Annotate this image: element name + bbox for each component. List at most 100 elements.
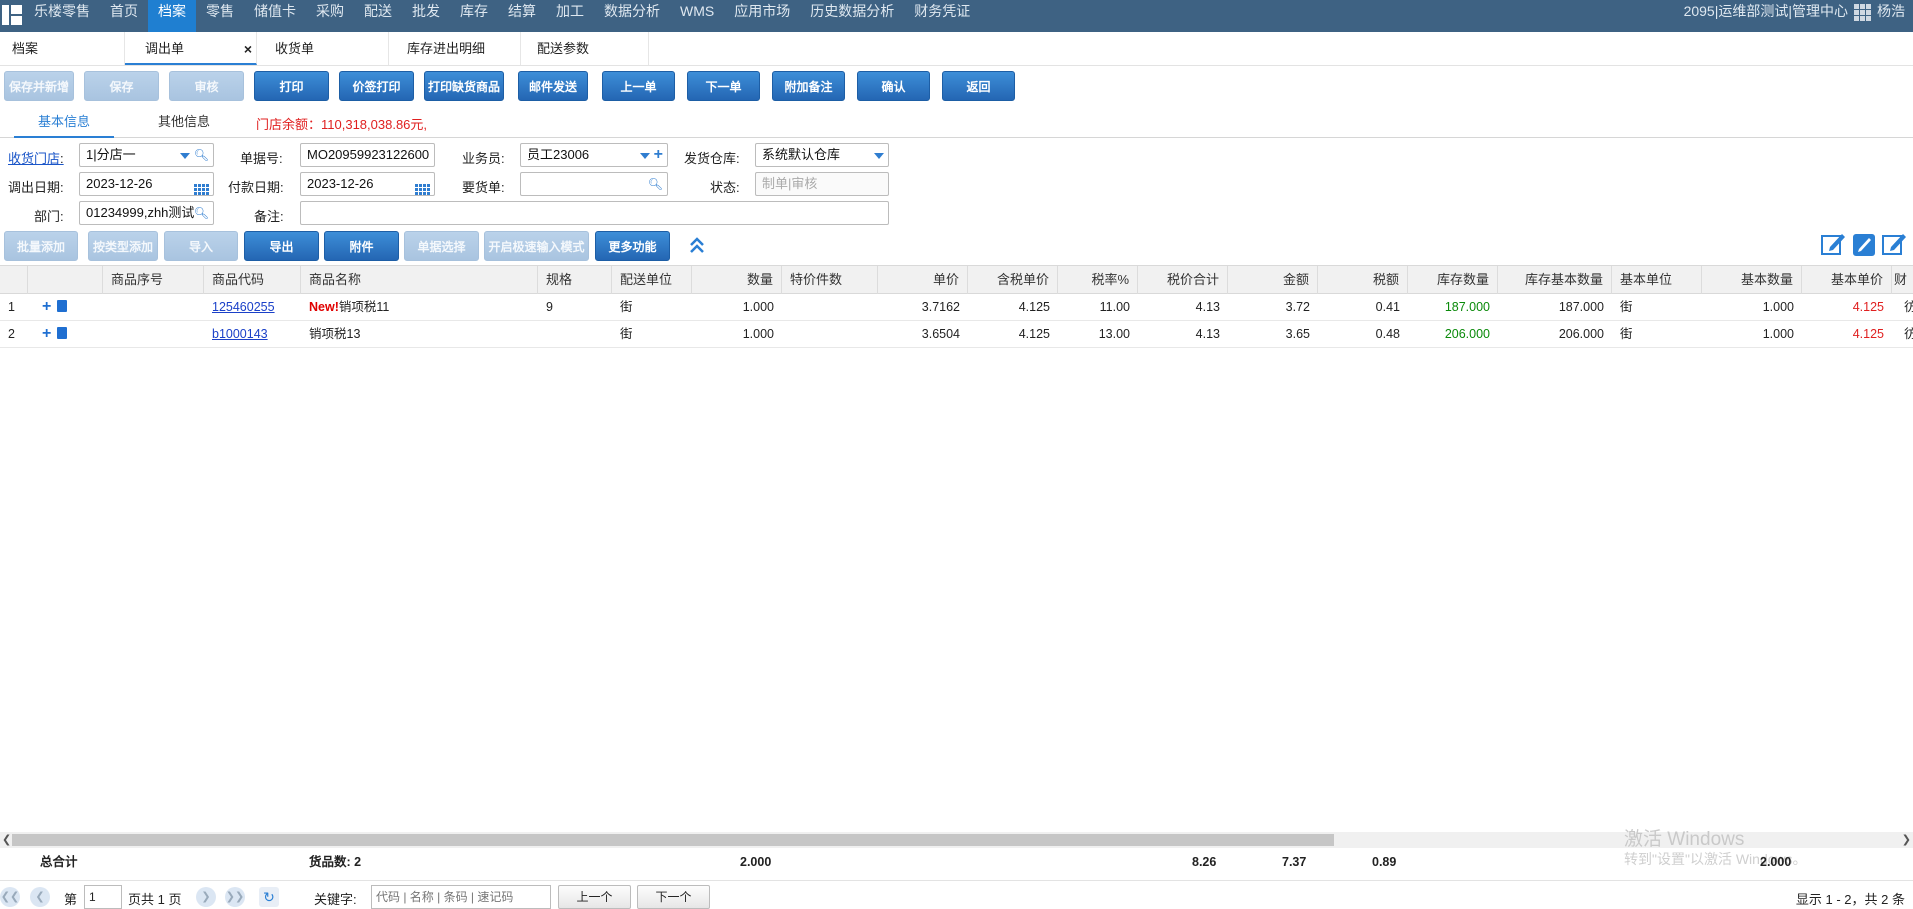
- audit-button[interactable]: 审核: [169, 71, 244, 101]
- print-button[interactable]: 打印: [254, 71, 329, 101]
- col-base-price[interactable]: 基本单价: [1802, 266, 1892, 294]
- col-stock[interactable]: 库存数量: [1408, 266, 1498, 294]
- add-row-icon[interactable]: +: [42, 325, 51, 342]
- trash-icon[interactable]: [57, 327, 68, 339]
- app-logo-icon[interactable]: [2, 5, 22, 25]
- tab-receipt[interactable]: 收货单: [257, 32, 389, 65]
- edit-icon[interactable]: [1820, 231, 1846, 257]
- recv-store-field[interactable]: 1|分店一 🔍︎: [79, 143, 214, 167]
- col-stock-base[interactable]: 库存基本数量: [1498, 266, 1612, 294]
- col-base-unit[interactable]: 基本单位: [1612, 266, 1702, 294]
- batch-add-button[interactable]: 批量添加: [4, 231, 78, 261]
- page-number-input[interactable]: 1: [84, 885, 122, 909]
- col-price[interactable]: 单价: [878, 266, 968, 294]
- add-row-icon[interactable]: +: [42, 298, 51, 315]
- last-page-icon[interactable]: ❯❯: [225, 887, 245, 907]
- back-button[interactable]: 返回: [942, 71, 1015, 101]
- first-page-icon[interactable]: ❮❮: [0, 887, 20, 907]
- warehouse-select[interactable]: 系统默认仓库: [755, 143, 889, 167]
- user-name[interactable]: 杨浩: [1877, 0, 1905, 22]
- print-shortage-button[interactable]: 打印缺货商品: [424, 71, 504, 101]
- scrollbar-thumb[interactable]: [12, 834, 1334, 846]
- nav-item-app-market[interactable]: 应用市场: [724, 0, 800, 32]
- col-spec[interactable]: 规格: [538, 266, 612, 294]
- trash-icon[interactable]: [57, 300, 68, 312]
- tab-transfer-out[interactable]: 调出单 ×: [125, 32, 257, 65]
- add-remark-button[interactable]: 附加备注: [772, 71, 845, 101]
- nav-item-retail[interactable]: 零售: [196, 0, 244, 32]
- apps-grid-icon[interactable]: [1854, 4, 1871, 21]
- export-button[interactable]: 导出: [244, 231, 319, 261]
- org-label[interactable]: 2095|运维部测试|管理中心: [1684, 0, 1848, 22]
- tab-distribution-params[interactable]: 配送参数: [521, 32, 649, 65]
- tab-stock-detail[interactable]: 库存进出明细: [389, 32, 521, 65]
- add-by-type-button[interactable]: 按类型添加: [88, 231, 158, 261]
- search-icon[interactable]: 🔍︎: [194, 202, 209, 224]
- save-and-new-button[interactable]: 保存并新增: [4, 71, 74, 101]
- col-extra[interactable]: 财: [1892, 266, 1913, 294]
- calendar-icon[interactable]: [415, 178, 430, 195]
- nav-item-brand[interactable]: 乐楼零售: [24, 0, 100, 32]
- nav-item-wms[interactable]: WMS: [670, 0, 724, 32]
- col-tax-rate[interactable]: 税率%: [1058, 266, 1138, 294]
- nav-item-home[interactable]: 首页: [100, 0, 148, 32]
- edit-icon[interactable]: [1881, 231, 1907, 257]
- nav-item-processing[interactable]: 加工: [546, 0, 594, 32]
- find-next-button[interactable]: 下一个: [637, 885, 710, 909]
- fast-input-mode-button[interactable]: 开启极速输入模式: [484, 231, 589, 261]
- req-bill-field[interactable]: 🔍︎: [520, 172, 668, 196]
- recv-store-label[interactable]: 收货门店:: [8, 148, 64, 167]
- confirm-button[interactable]: 确认: [857, 71, 930, 101]
- edit-icon[interactable]: [1851, 231, 1877, 257]
- remark-field[interactable]: [300, 201, 889, 225]
- calendar-icon[interactable]: [194, 178, 209, 195]
- nav-item-purchase[interactable]: 采购: [306, 0, 354, 32]
- col-base-qty[interactable]: 基本数量: [1702, 266, 1802, 294]
- dept-field[interactable]: 01234999,zhh测试 🔍︎: [79, 201, 214, 225]
- scroll-right-icon[interactable]: ❯: [1902, 832, 1911, 848]
- out-date-field[interactable]: 2023-12-26: [79, 172, 214, 196]
- chevron-down-icon[interactable]: [874, 144, 884, 166]
- prev-bill-button[interactable]: 上一单: [602, 71, 675, 101]
- tab-archive[interactable]: 档案: [0, 32, 125, 65]
- bill-no-field[interactable]: MO20959923122600: [300, 143, 435, 167]
- table-row[interactable]: 2 + b1000143 销项税13 街 1.000 3.6504 4.125 …: [0, 321, 1913, 348]
- pay-date-field[interactable]: 2023-12-26: [300, 172, 435, 196]
- nav-item-finance-voucher[interactable]: 财务凭证: [904, 0, 980, 32]
- find-prev-button[interactable]: 上一个: [558, 885, 631, 909]
- col-code[interactable]: 商品代码: [204, 266, 301, 294]
- cell-special[interactable]: [782, 321, 878, 347]
- double-chevron-up-icon[interactable]: [688, 235, 706, 255]
- col-tax-price[interactable]: 含税单价: [968, 266, 1058, 294]
- nav-item-inventory[interactable]: 库存: [450, 0, 498, 32]
- nav-item-archive[interactable]: 档案: [148, 0, 196, 32]
- cell-code[interactable]: b1000143: [204, 321, 301, 347]
- table-row[interactable]: 1 + 125460255 New!销项税11 9 街 1.000 3.7162…: [0, 294, 1913, 321]
- next-page-icon[interactable]: ❯: [196, 887, 216, 907]
- tab-basic-info[interactable]: 基本信息: [14, 110, 114, 138]
- nav-item-distribution[interactable]: 配送: [354, 0, 402, 32]
- cell-special[interactable]: [782, 294, 878, 320]
- nav-item-wholesale[interactable]: 批发: [402, 0, 450, 32]
- col-name[interactable]: 商品名称: [301, 266, 538, 294]
- col-unit[interactable]: 配送单位: [612, 266, 692, 294]
- col-tax-total[interactable]: 税价合计: [1138, 266, 1228, 294]
- cell-qty[interactable]: 1.000: [692, 321, 782, 347]
- nav-item-stored-card[interactable]: 储值卡: [244, 0, 306, 32]
- more-functions-button[interactable]: 更多功能: [595, 231, 670, 261]
- col-special[interactable]: 特价件数: [782, 266, 878, 294]
- search-icon[interactable]: 🔍︎: [648, 173, 663, 195]
- next-bill-button[interactable]: 下一单: [687, 71, 760, 101]
- tab-other-info[interactable]: 其他信息: [134, 110, 234, 138]
- attachment-button[interactable]: 附件: [324, 231, 399, 261]
- nav-item-data-analysis[interactable]: 数据分析: [594, 0, 670, 32]
- email-send-button[interactable]: 邮件发送: [518, 71, 588, 101]
- bill-select-button[interactable]: 单据选择: [404, 231, 479, 261]
- prev-page-icon[interactable]: ❮: [30, 887, 50, 907]
- col-tax[interactable]: 税额: [1318, 266, 1408, 294]
- import-button[interactable]: 导入: [164, 231, 238, 261]
- price-tag-print-button[interactable]: 价签打印: [339, 71, 414, 101]
- col-seq[interactable]: 商品序号: [103, 266, 204, 294]
- salesman-field[interactable]: 员工23006 +: [520, 143, 668, 167]
- col-qty[interactable]: 数量: [692, 266, 782, 294]
